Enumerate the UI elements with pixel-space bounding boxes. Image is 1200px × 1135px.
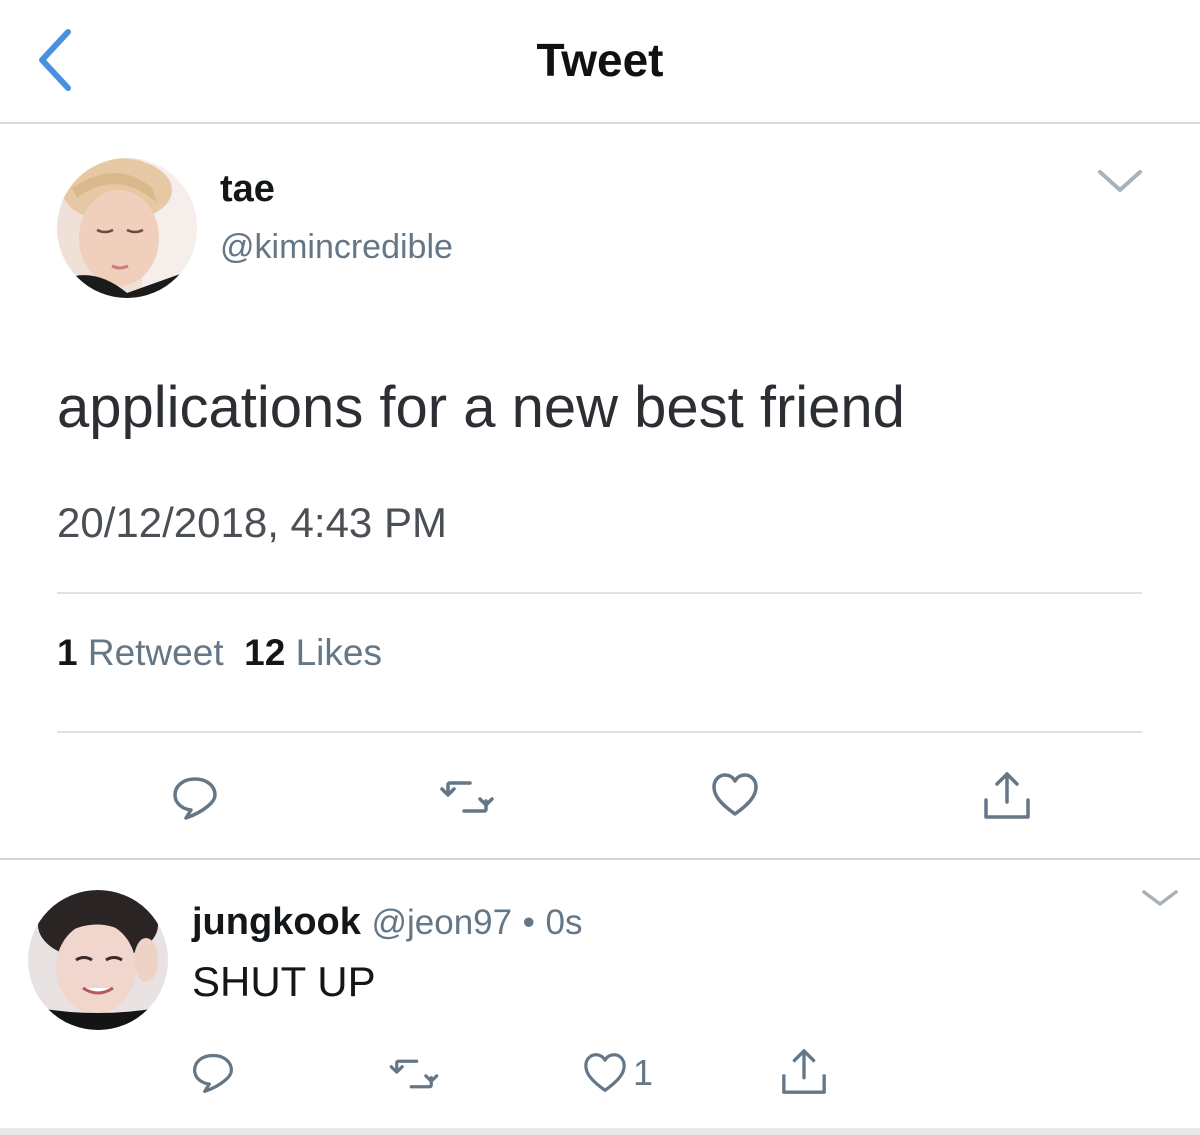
- reply-author-handle[interactable]: @jeon97: [371, 903, 512, 942]
- reply-button[interactable]: [190, 1050, 236, 1101]
- avatar[interactable]: [28, 890, 168, 1030]
- retweet-button[interactable]: [389, 1054, 439, 1099]
- retweet-label[interactable]: Retweet: [88, 632, 224, 673]
- author-handle[interactable]: @kimincredible: [220, 226, 453, 268]
- chevron-down-icon: [1098, 170, 1142, 192]
- reply-like-count: 1: [633, 1052, 654, 1093]
- retweet-icon: [440, 781, 494, 813]
- tweet-timestamp: 20/12/2018, 4:43 PM: [57, 499, 447, 546]
- divider: [57, 592, 1142, 594]
- like-button[interactable]: [711, 772, 759, 823]
- divider: [0, 858, 1200, 860]
- like-label[interactable]: Likes: [296, 632, 382, 673]
- tweet-options-button[interactable]: [1096, 166, 1144, 196]
- reply-time: 0s: [545, 903, 583, 942]
- retweet-count[interactable]: 1: [57, 632, 78, 673]
- reply-icon: [173, 777, 217, 820]
- share-icon: [984, 772, 1030, 819]
- tweet-stats: 1 Retweet 12 Likes: [57, 630, 382, 676]
- chevron-down-icon: [1142, 890, 1178, 906]
- bottom-divider: [0, 1128, 1200, 1135]
- avatar[interactable]: [57, 158, 197, 298]
- reply-header: jungkook @jeon97 • 0s: [192, 897, 582, 948]
- share-icon: [782, 1049, 826, 1094]
- reply-text: SHUT UP: [192, 958, 376, 1005]
- reply-button[interactable]: [170, 773, 220, 828]
- share-button[interactable]: [982, 770, 1032, 827]
- reply-options-button[interactable]: [1140, 886, 1180, 910]
- author-name[interactable]: tae: [220, 166, 275, 212]
- heart-icon: [584, 1053, 626, 1092]
- like-count[interactable]: 12: [244, 632, 285, 673]
- retweet-icon: [389, 1059, 439, 1089]
- separator-dot: •: [522, 903, 535, 942]
- retweet-button[interactable]: [440, 775, 494, 824]
- top-bar: Tweet: [0, 0, 1200, 124]
- divider: [57, 731, 1142, 733]
- heart-icon: [712, 773, 758, 816]
- reply-icon: [192, 1053, 234, 1094]
- tweet-text: applications for a new best friend: [57, 375, 905, 440]
- reply-author-name[interactable]: jungkook: [192, 901, 361, 943]
- like-button[interactable]: 1: [583, 1051, 653, 1095]
- page-title: Tweet: [536, 34, 664, 86]
- share-button[interactable]: [780, 1047, 828, 1102]
